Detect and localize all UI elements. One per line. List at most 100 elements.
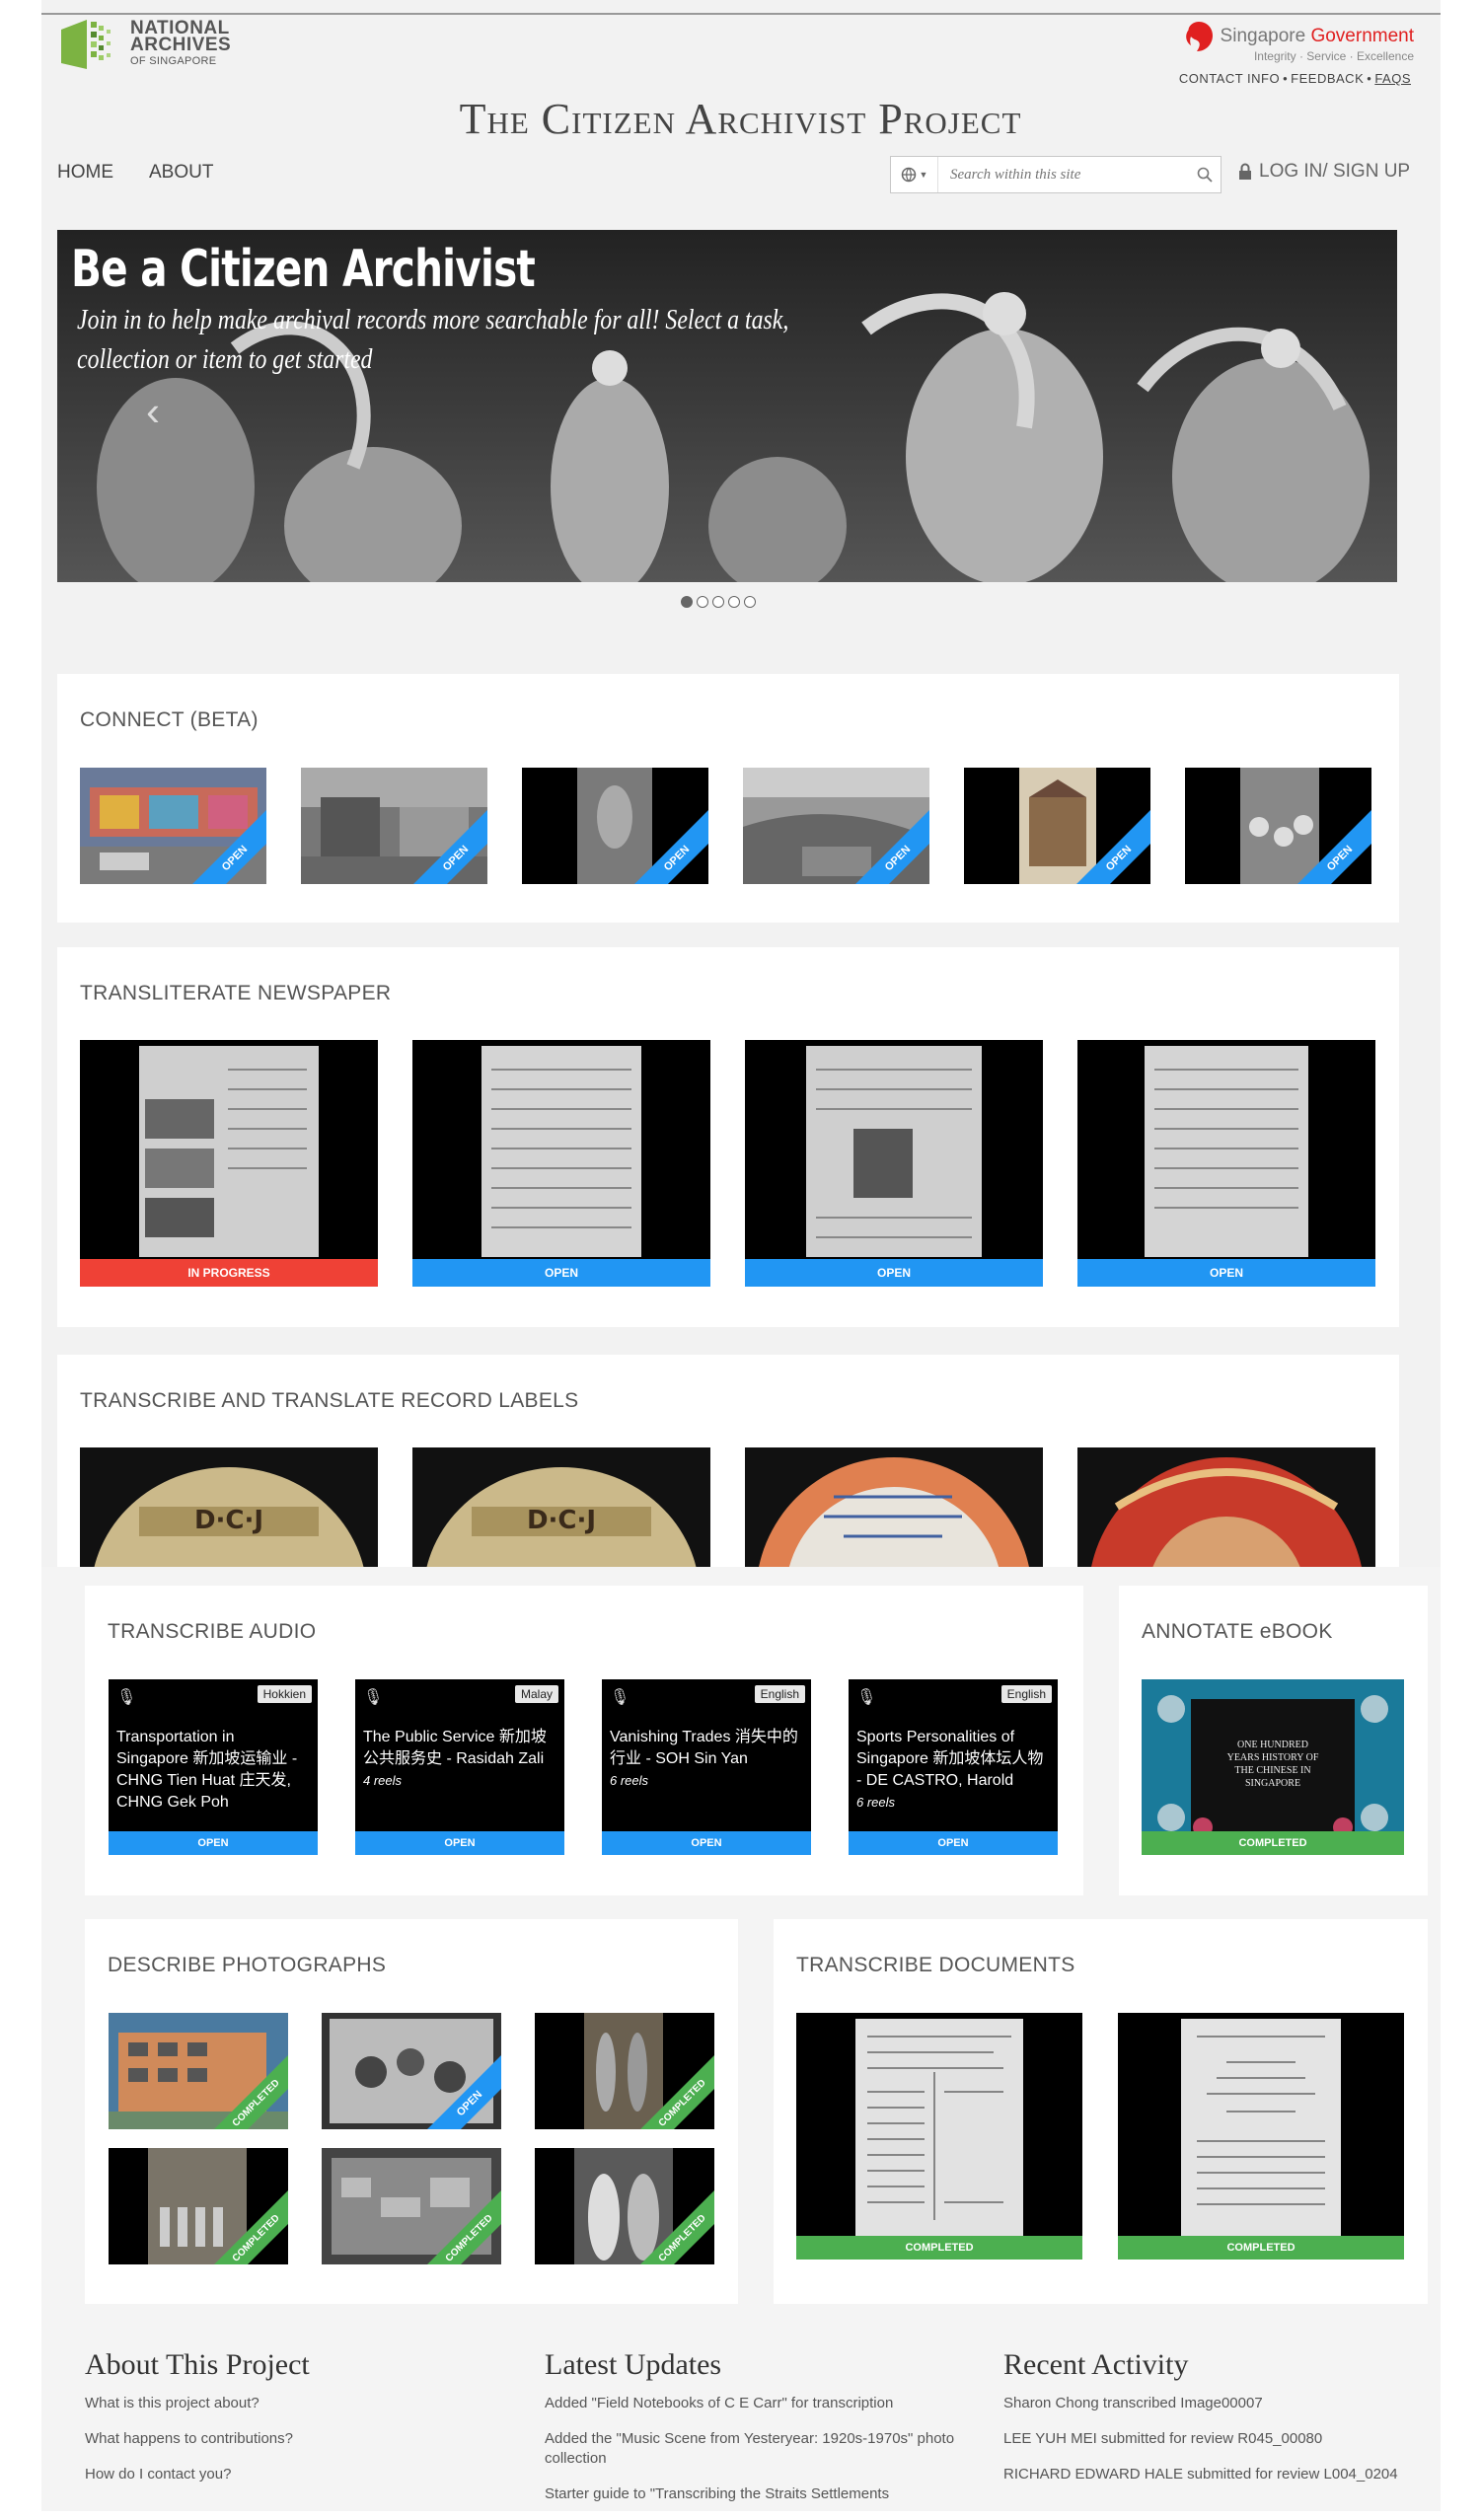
carousel-dots — [681, 596, 756, 608]
record-label-item[interactable]: D·C·J — [412, 1447, 710, 1567]
record-label-item[interactable]: D·C·J — [80, 1447, 378, 1567]
gov-name: Singapore Government — [1220, 26, 1414, 46]
language-badge: English — [754, 1685, 805, 1703]
microphone-icon: 🎙 — [856, 1689, 877, 1706]
status-bar: OPEN — [745, 1259, 1043, 1287]
gov-links: CONTACT INFO • FEEDBACK • FAQS — [1178, 71, 1411, 86]
newspaper-item[interactable]: OPEN — [412, 1040, 710, 1287]
connect-item[interactable]: OPEN — [1185, 768, 1371, 884]
connect-item[interactable]: OPEN — [964, 768, 1150, 884]
carousel-dot[interactable] — [712, 596, 724, 608]
carousel-dot[interactable] — [728, 596, 740, 608]
footer-link[interactable]: LEE YUH MEI submitted for review R045_00… — [1003, 2429, 1418, 2449]
contact-info-link[interactable]: CONTACT INFO — [1179, 71, 1280, 86]
carousel-dot[interactable] — [697, 596, 708, 608]
language-badge: Hokkien — [257, 1685, 312, 1703]
photo-item[interactable]: OPEN — [322, 2013, 501, 2129]
audio-item[interactable]: 🎙 English Vanishing Trades 消失中的行业 - SOH … — [602, 1679, 811, 1855]
record-label-item[interactable] — [745, 1447, 1043, 1567]
footer-link[interactable]: Added the "Music Scene from Yesteryear: … — [545, 2429, 959, 2469]
footer-link[interactable]: What is this project about? — [85, 2394, 499, 2413]
svg-text:D·C·J: D·C·J — [194, 1506, 263, 1535]
carousel-dot[interactable] — [744, 596, 756, 608]
document-item[interactable]: COMPLETED — [796, 2013, 1082, 2260]
audio-title: TRANSCRIBE AUDIO — [108, 1620, 317, 1643]
logo-line2: ARCHIVES — [130, 34, 232, 55]
footer-link[interactable]: RICHARD EDWARD HALE submitted for review… — [1003, 2465, 1418, 2484]
connect-item[interactable]: OPEN — [743, 768, 929, 884]
connect-item[interactable]: OPEN — [522, 768, 708, 884]
photos-title: DESCRIBE PHOTOGRAPHS — [108, 1954, 387, 1976]
microphone-icon: 🎙 — [610, 1689, 630, 1706]
photos-panel: DESCRIBE PHOTOGRAPHS COMPLETED OPEN COMP… — [85, 1919, 738, 2304]
language-globe-dropdown[interactable]: ▼ — [891, 157, 938, 192]
search-bar: ▼ — [890, 156, 1222, 193]
footer-link[interactable]: Added "Field Notebooks of C E Carr" for … — [545, 2394, 959, 2413]
hero-carousel[interactable]: Be a Citizen Archivist Join in to help m… — [57, 230, 1397, 582]
nav-about[interactable]: ABOUT — [149, 162, 213, 184]
footer-activity: Recent Activity Sharon Chong transcribed… — [1003, 2348, 1418, 2500]
microphone-icon: 🎙 — [363, 1689, 384, 1706]
record-labels-title: TRANSCRIBE AND TRANSLATE RECORD LABELS — [80, 1389, 579, 1412]
footer-updates: Latest Updates Added "Field Notebooks of… — [545, 2348, 959, 2520]
connect-item[interactable]: OPEN — [301, 768, 487, 884]
connect-item[interactable]: OPEN — [80, 768, 266, 884]
audio-item[interactable]: 🎙 Malay The Public Service 新加坡公共服务史 - Ra… — [355, 1679, 564, 1855]
reels-count: 4 reels — [363, 1773, 403, 1788]
footer-updates-title: Latest Updates — [545, 2348, 722, 2381]
footer-link[interactable]: Starter guide to "Transcribing the Strai… — [545, 2484, 959, 2504]
photo-item[interactable]: COMPLETED — [322, 2148, 501, 2264]
documents-title: TRANSCRIBE DOCUMENTS — [796, 1954, 1075, 1976]
photo-item[interactable]: COMPLETED — [109, 2148, 288, 2264]
faqs-link[interactable]: FAQS — [1374, 71, 1411, 86]
reels-count: 6 reels — [610, 1773, 649, 1788]
newspaper-panel: TRANSLITERATE NEWSPAPER IN PROGRESS OPEN… — [57, 947, 1399, 1327]
search-input[interactable] — [938, 157, 1189, 192]
status-bar: IN PROGRESS — [80, 1259, 378, 1287]
status-bar: OPEN — [109, 1831, 318, 1855]
feedback-link[interactable]: FEEDBACK — [1291, 71, 1364, 86]
ebook-cover-text: ONE HUNDRED YEARS HISTORY OF THE CHINESE… — [1226, 1740, 1319, 1789]
audio-item[interactable]: 🎙 English Sports Personalities of Singap… — [849, 1679, 1058, 1855]
chevron-down-icon: ▼ — [919, 170, 928, 180]
newspaper-item[interactable]: IN PROGRESS — [80, 1040, 378, 1287]
carousel-prev-icon[interactable]: ‹ — [146, 388, 160, 435]
status-bar: OPEN — [355, 1831, 564, 1855]
audio-panel: TRANSCRIBE AUDIO 🎙 Hokkien Transportatio… — [85, 1586, 1083, 1895]
search-icon[interactable] — [1189, 167, 1221, 183]
newspaper-item[interactable]: OPEN — [745, 1040, 1043, 1287]
footer-link[interactable]: Sharon Chong transcribed Image00007 — [1003, 2394, 1418, 2413]
lock-icon — [1239, 163, 1251, 180]
login-label: LOG IN/ SIGN UP — [1259, 161, 1411, 182]
status-bar: OPEN — [412, 1259, 710, 1287]
language-badge: English — [1000, 1685, 1052, 1703]
photo-item[interactable]: COMPLETED — [109, 2013, 288, 2129]
top-divider — [41, 13, 1441, 15]
audio-item-title: Transportation in Singapore 新加坡运输业 - CHN… — [116, 1729, 298, 1811]
newspaper-item[interactable]: OPEN — [1077, 1040, 1375, 1287]
footer-about-title: About This Project — [85, 2348, 310, 2381]
documents-panel: TRANSCRIBE DOCUMENTS COMPLETED COMPLETED — [774, 1919, 1428, 2304]
ebook-panel: ANNOTATE eBOOK ONE HUNDRED YEARS HISTORY… — [1119, 1586, 1428, 1895]
carousel-dot[interactable] — [681, 596, 693, 608]
audio-item-title: Sports Personalities of Singapore 新加坡体坛人… — [856, 1729, 1044, 1789]
language-badge: Malay — [514, 1685, 558, 1703]
logo-line3: OF SINGAPORE — [130, 54, 217, 67]
nav-home[interactable]: HOME — [57, 162, 113, 184]
svg-text:D·C·J: D·C·J — [527, 1506, 596, 1535]
logo-line1: NATIONAL — [130, 17, 230, 38]
national-archives-logo[interactable]: NATIONAL ARCHIVES OF SINGAPORE — [57, 16, 231, 73]
ebook-item[interactable]: ONE HUNDRED YEARS HISTORY OF THE CHINESE… — [1142, 1679, 1404, 1855]
photo-item[interactable]: COMPLETED — [535, 2148, 714, 2264]
photo-item[interactable]: COMPLETED — [535, 2013, 714, 2129]
record-label-item[interactable] — [1077, 1447, 1375, 1567]
footer-link[interactable]: How do I contact you? — [85, 2465, 499, 2484]
status-bar: COMPLETED — [1118, 2236, 1404, 2260]
footer-link[interactable]: What happens to contributions? — [85, 2429, 499, 2449]
audio-item[interactable]: 🎙 Hokkien Transportation in Singapore 新加… — [109, 1679, 318, 1855]
login-signup-link[interactable]: LOG IN/ SIGN UP — [1237, 161, 1410, 183]
connect-title: CONNECT (BETA) — [80, 708, 259, 731]
status-bar: OPEN — [1077, 1259, 1375, 1287]
footer-about: About This Project What is this project … — [85, 2348, 499, 2500]
document-item[interactable]: COMPLETED — [1118, 2013, 1404, 2260]
